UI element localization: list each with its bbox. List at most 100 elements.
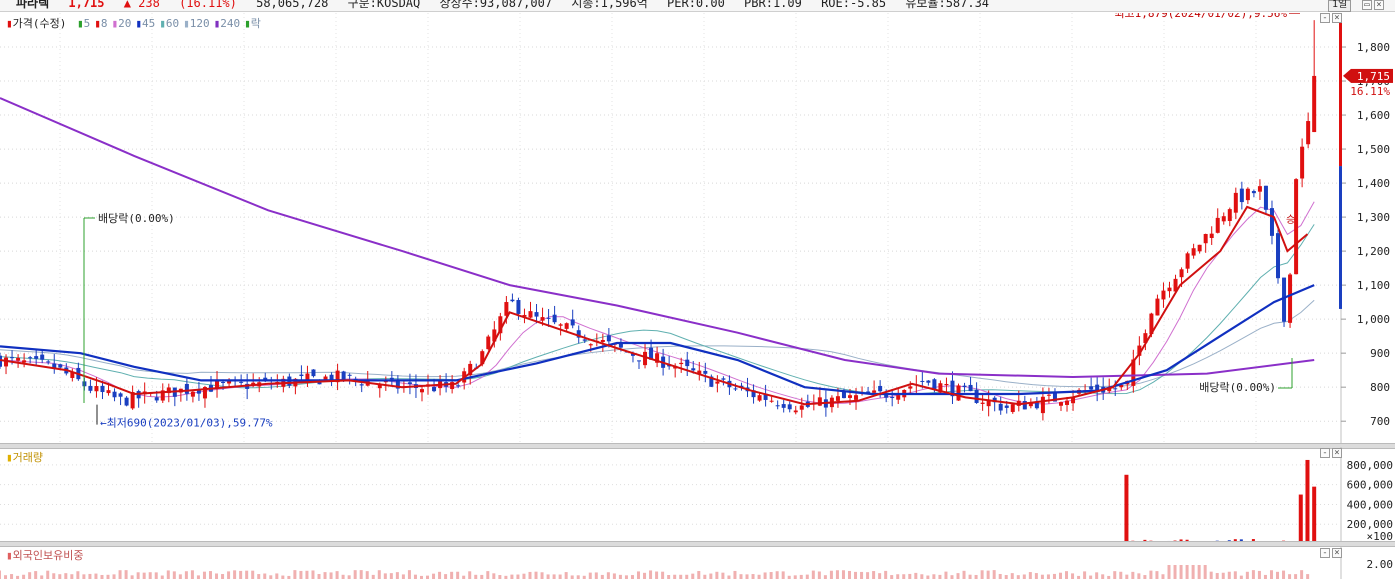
candle-body (552, 314, 557, 323)
candle-body (347, 374, 352, 376)
foreign-bar (184, 571, 188, 579)
foreign-bar (649, 570, 653, 579)
ma20-line (0, 201, 1315, 405)
dividend-annotation: 배당락(0.00%) (98, 212, 175, 225)
price-tag-label: 1,715 (1357, 70, 1390, 83)
candle-body (106, 390, 111, 394)
foreign-bar (962, 570, 966, 579)
candle-body (1191, 248, 1196, 256)
foreign-bar (1034, 573, 1038, 579)
minimize-icon[interactable]: - (1320, 13, 1330, 23)
foreign-bar (305, 570, 309, 579)
foreign-bar (1155, 571, 1159, 579)
candle-body (40, 354, 45, 360)
y-tick-label: 1,000 (1357, 313, 1390, 326)
close-icon[interactable]: × (1332, 13, 1342, 23)
foreign-bar (335, 571, 339, 579)
price-chart[interactable]: 700 800 900 1,000 1,100 1,200 1,300 1,400 1,500 1… (0, 13, 1395, 445)
foreign-ownership-chart[interactable]: 2.00 (0, 547, 1395, 579)
foreign-bar (823, 575, 827, 579)
foreign-panel-buttons[interactable]: - × (1318, 548, 1342, 558)
foreign-bar (4, 575, 8, 579)
period-button[interactable]: 1일 (1328, 0, 1352, 12)
candle-body (112, 391, 117, 398)
candle-body (419, 389, 424, 393)
foreign-bar (1191, 565, 1195, 579)
foreign-bar (492, 573, 496, 579)
candle-body (190, 391, 195, 397)
candle-body (22, 360, 27, 363)
candle-body (58, 364, 63, 368)
foreign-bar (468, 571, 472, 579)
high-annotation: 최고1,879(2024/01/02),9.56% (1114, 13, 1287, 20)
foreign-bar (1089, 575, 1093, 579)
candle-body (637, 360, 642, 362)
foreign-bar (576, 575, 580, 579)
foreign-bar (444, 574, 448, 579)
foreign-bar (896, 574, 900, 579)
foreign-bar (854, 571, 858, 579)
foreign-bar (1004, 575, 1008, 579)
foreign-bar (257, 574, 261, 579)
foreign-bar (383, 573, 387, 579)
volume-panel-buttons[interactable]: - × (1318, 448, 1342, 458)
foreign-bar (269, 575, 273, 579)
volume-chart[interactable]: 800,000600,000400,000200,000×100 (0, 447, 1395, 544)
foreign-bar (1028, 572, 1032, 579)
close-icon[interactable]: × (1374, 0, 1384, 10)
foreign-bar (22, 574, 26, 579)
foreign-bar (40, 575, 44, 579)
listed-shares: 상장수:93,087,007 (439, 0, 553, 10)
candle-body (46, 361, 51, 363)
candle-body (691, 368, 696, 371)
candle-body (1161, 290, 1166, 300)
foreign-bar (751, 574, 755, 579)
foreign-bar (178, 574, 182, 579)
candle-body (1306, 121, 1311, 145)
foreign-bar (528, 571, 532, 579)
candle-body (1239, 188, 1244, 203)
candle-body (787, 404, 792, 410)
dividend-annotation: 배당락(0.00%) (1199, 381, 1276, 394)
foreign-bar (516, 574, 520, 579)
per-value: PER:0.00 (667, 0, 725, 10)
close-icon[interactable]: × (1332, 548, 1342, 558)
minimize-icon[interactable]: - (1320, 448, 1330, 458)
retention-ratio: 유보율:587.34 (905, 0, 990, 10)
foreign-bar (299, 570, 303, 579)
candle-body (890, 397, 895, 399)
candle-body (154, 397, 159, 401)
foreign-bar (227, 571, 231, 579)
foreign-bar (1173, 565, 1177, 579)
foreign-bar (1215, 573, 1219, 579)
restore-icon[interactable]: ▭ (1362, 0, 1372, 10)
minimize-icon[interactable]: - (1320, 548, 1330, 558)
foreign-bar (1058, 572, 1062, 579)
y-tick-label: 1,600 (1357, 109, 1390, 122)
foreign-bar (914, 572, 918, 579)
foreign-bar (281, 575, 285, 579)
candle-body (926, 380, 931, 383)
foreign-bar (208, 571, 212, 579)
foreign-bar (498, 575, 502, 579)
foreign-bar (841, 570, 845, 579)
foreign-bar (172, 571, 176, 579)
candle-body (1022, 400, 1027, 410)
foreign-bar (697, 571, 701, 579)
foreign-bar (811, 570, 815, 579)
close-icon[interactable]: × (1332, 448, 1342, 458)
foreign-bar (202, 571, 206, 579)
foreign-bar (980, 570, 984, 579)
candle-body (733, 388, 738, 390)
main-panel-buttons[interactable]: - × (1318, 13, 1342, 23)
candle-body (998, 403, 1003, 411)
candle-body (1185, 253, 1190, 269)
foreign-bar (926, 575, 930, 579)
window-buttons[interactable]: ▭ × (1360, 0, 1384, 10)
foreign-bar (546, 574, 550, 579)
candle-body (341, 371, 346, 380)
foreign-bar (908, 573, 912, 579)
candle-body (1288, 274, 1293, 323)
foreign-bar (317, 574, 321, 579)
foreign-bar (974, 574, 978, 579)
